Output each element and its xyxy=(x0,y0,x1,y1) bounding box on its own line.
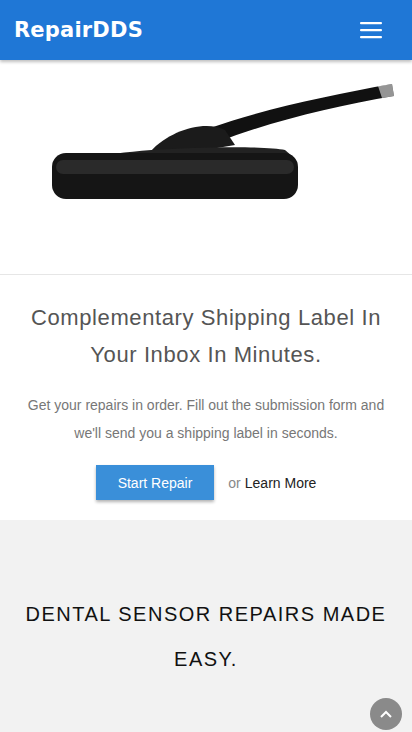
feature-section: DENTAL SENSOR REPAIRS MADE EASY. xyxy=(0,520,412,732)
chevron-up-icon xyxy=(380,710,392,718)
hero-heading: Complementary Shipping Label In Your Inb… xyxy=(14,299,398,373)
page: RepairDDS Complementary Shipping Label In… xyxy=(0,0,412,732)
scroll-to-top-button[interactable] xyxy=(370,698,402,730)
feature-heading: DENTAL SENSOR REPAIRS MADE EASY. xyxy=(16,592,396,682)
or-text: or xyxy=(228,475,240,491)
learn-more-link[interactable]: Learn More xyxy=(245,475,317,491)
hero-text: Get your repairs in order. Fill out the … xyxy=(14,391,398,447)
top-bar: RepairDDS xyxy=(0,0,412,60)
product-image xyxy=(0,60,412,275)
dental-sensor-icon xyxy=(0,60,412,273)
hero-section: Complementary Shipping Label In Your Inb… xyxy=(0,275,412,520)
hero-actions: Start Repair or Learn More xyxy=(14,465,398,500)
logo[interactable]: RepairDDS xyxy=(14,18,143,42)
hamburger-menu-icon[interactable] xyxy=(360,21,384,39)
start-repair-button[interactable]: Start Repair xyxy=(96,465,215,500)
